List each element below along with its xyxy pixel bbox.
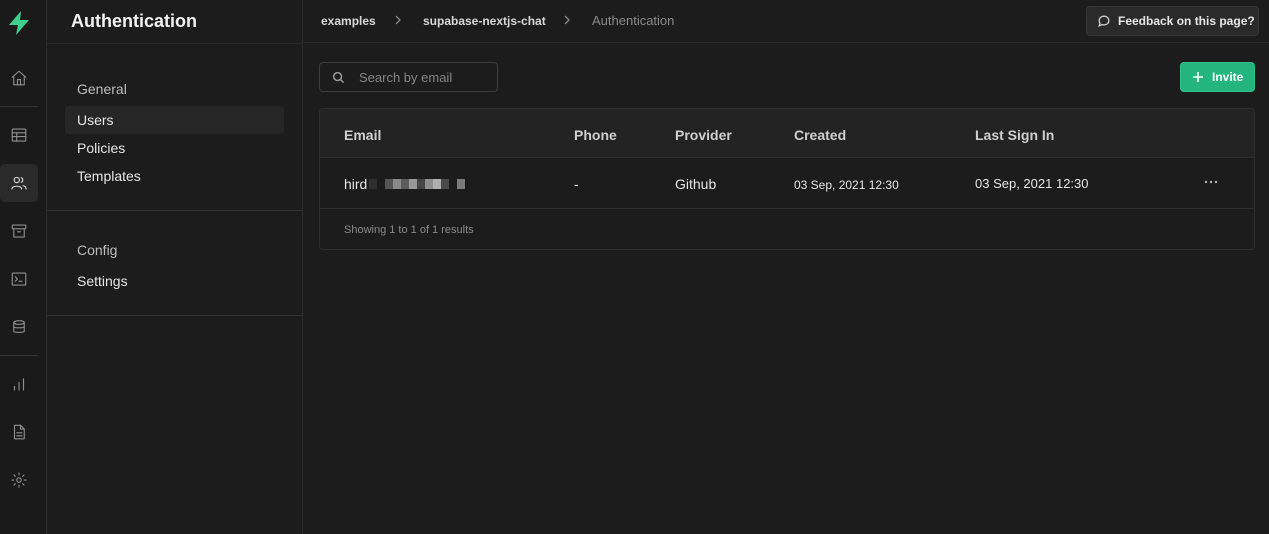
user-provider: Github [675, 176, 717, 192]
email-cell: hird [344, 176, 466, 192]
search-box [319, 62, 498, 92]
feedback-label: Feedback on this page? [1118, 14, 1255, 28]
more-options-icon[interactable] [1200, 173, 1222, 191]
top-bar: examples supabase-nextjs-chat Authentica… [303, 0, 1269, 43]
product-menu: Authentication General Users Policies Te… [47, 0, 303, 534]
search-input[interactable] [359, 69, 489, 85]
user-last-sign-in: 03 Sep, 2021 12:30 [975, 176, 1089, 191]
section-title-general: General [77, 81, 127, 97]
menu-title: Authentication [71, 11, 197, 31]
chevron-right-icon [562, 13, 572, 27]
rail-divider [0, 355, 38, 356]
menu-item-users[interactable]: Users [65, 106, 284, 134]
menu-item-settings[interactable]: Settings [65, 267, 284, 295]
user-phone: - [574, 176, 579, 192]
feedback-button[interactable]: Feedback on this page? [1086, 6, 1259, 36]
divider [47, 315, 303, 316]
breadcrumb-org[interactable]: examples [321, 14, 376, 28]
rail-divider [0, 106, 38, 107]
invite-label: Invite [1212, 70, 1244, 84]
divider [47, 43, 303, 44]
database-icon[interactable] [0, 308, 38, 346]
plus-icon [1193, 72, 1203, 82]
user-created: 03 Sep, 2021 12:30 [794, 178, 899, 192]
icon-sidebar [0, 0, 47, 534]
supabase-bolt-icon[interactable] [6, 9, 32, 37]
pagination-summary: Showing 1 to 1 of 1 results [344, 224, 474, 236]
menu-item-policies[interactable]: Policies [65, 134, 284, 162]
storage-icon[interactable] [0, 212, 38, 250]
users-icon[interactable] [0, 164, 38, 202]
invite-button[interactable]: Invite [1180, 62, 1255, 92]
search-icon [332, 71, 345, 83]
column-header-created: Created [794, 127, 847, 143]
column-header-phone: Phone [574, 127, 617, 143]
user-email: hird [344, 176, 368, 192]
section-title-config: Config [77, 242, 118, 258]
column-header-last-sign-in: Last Sign In [975, 127, 1055, 143]
reports-chart-icon[interactable] [0, 365, 38, 403]
settings-gear-icon[interactable] [0, 461, 38, 499]
column-header-provider: Provider [675, 127, 732, 143]
breadcrumb-project[interactable]: supabase-nextjs-chat [423, 14, 546, 28]
breadcrumb-current: Authentication [592, 13, 675, 28]
sql-terminal-icon[interactable] [0, 260, 38, 298]
table-row[interactable]: hird - Github 03 Sep, 2021 12:30 03 Sep,… [320, 158, 1254, 209]
table-header: Email Phone Provider Created Last Sign I… [320, 109, 1254, 158]
divider [47, 210, 303, 211]
redacted-email [369, 179, 466, 189]
chevron-right-icon [393, 13, 403, 27]
menu-item-templates[interactable]: Templates [65, 162, 284, 190]
table-editor-icon[interactable] [0, 116, 38, 154]
chat-bubble-icon [1098, 15, 1110, 27]
home-icon[interactable] [0, 59, 38, 97]
docs-file-icon[interactable] [0, 413, 38, 451]
users-table: Email Phone Provider Created Last Sign I… [319, 108, 1255, 250]
column-header-email: Email [344, 127, 382, 143]
